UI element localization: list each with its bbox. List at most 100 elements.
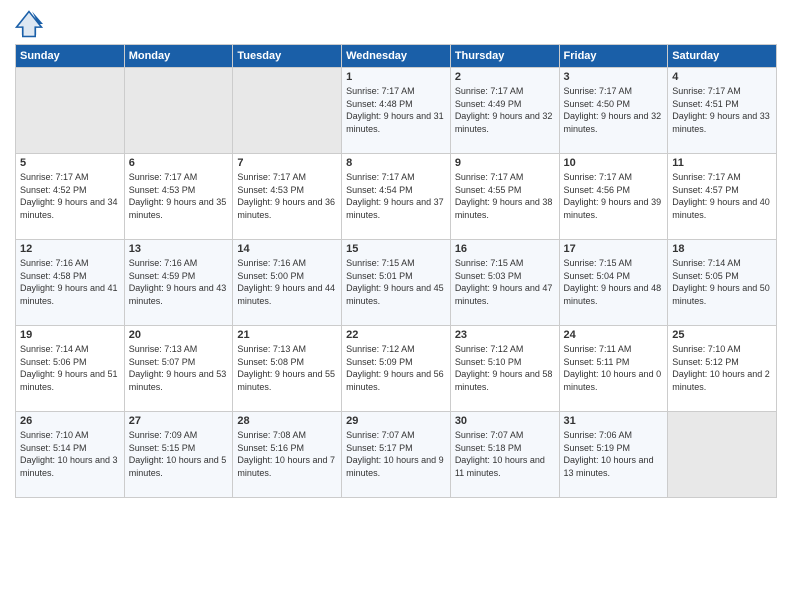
day-cell: 22Sunrise: 7:12 AMSunset: 5:09 PMDayligh… xyxy=(342,326,451,412)
header xyxy=(15,10,777,38)
header-cell-monday: Monday xyxy=(124,45,233,68)
day-info: Sunrise: 7:17 AMSunset: 4:48 PMDaylight:… xyxy=(346,85,446,135)
day-info: Sunrise: 7:11 AMSunset: 5:11 PMDaylight:… xyxy=(564,343,664,393)
day-number: 10 xyxy=(564,157,664,169)
day-number: 21 xyxy=(237,329,337,341)
day-info: Sunrise: 7:14 AMSunset: 5:06 PMDaylight:… xyxy=(20,343,120,393)
header-cell-wednesday: Wednesday xyxy=(342,45,451,68)
day-info: Sunrise: 7:17 AMSunset: 4:54 PMDaylight:… xyxy=(346,171,446,221)
day-number: 16 xyxy=(455,243,555,255)
week-row-5: 26 Sunrise: 7:10 AMSunset: 5:14 PMDayligh… xyxy=(16,412,777,498)
day-info: Sunrise: 7:12 AMSunset: 5:10 PMDaylight:… xyxy=(455,343,555,393)
day-number: 5 xyxy=(20,157,120,169)
calendar-table: SundayMondayTuesdayWednesdayThursdayFrid… xyxy=(15,44,777,498)
day-cell: 12 Sunrise: 7:16 AMSunset: 4:58 PMDayligh… xyxy=(16,240,125,326)
day-cell: 1 Sunrise: 7:17 AMSunset: 4:48 PMDaylight… xyxy=(342,68,451,154)
day-number: 23 xyxy=(455,329,555,341)
day-info: Sunrise: 7:17 AMSunset: 4:50 PMDaylight:… xyxy=(564,85,664,135)
day-number: 3 xyxy=(564,71,664,83)
day-number: 25 xyxy=(672,329,772,341)
day-number: 2 xyxy=(455,71,555,83)
day-info: Sunrise: 7:14 AMSunset: 5:05 PMDaylight:… xyxy=(672,257,772,307)
day-cell: 8 Sunrise: 7:17 AMSunset: 4:54 PMDaylight… xyxy=(342,154,451,240)
day-info: Sunrise: 7:16 AMSunset: 4:58 PMDaylight:… xyxy=(20,257,120,307)
week-row-2: 5 Sunrise: 7:17 AMSunset: 4:52 PMDaylight… xyxy=(16,154,777,240)
day-info: Sunrise: 7:12 AMSunset: 5:09 PMDaylight:… xyxy=(346,343,446,393)
calendar-container: SundayMondayTuesdayWednesdayThursdayFrid… xyxy=(0,0,792,612)
day-info: Sunrise: 7:08 AMSunset: 5:16 PMDaylight:… xyxy=(237,429,337,479)
header-row: SundayMondayTuesdayWednesdayThursdayFrid… xyxy=(16,45,777,68)
day-cell: 21 Sunrise: 7:13 AMSunset: 5:08 PMDayligh… xyxy=(233,326,342,412)
day-cell: 23 Sunrise: 7:12 AMSunset: 5:10 PMDayligh… xyxy=(450,326,559,412)
week-row-1: 1 Sunrise: 7:17 AMSunset: 4:48 PMDaylight… xyxy=(16,68,777,154)
day-number: 6 xyxy=(129,157,229,169)
day-info: Sunrise: 7:07 AMSunset: 5:17 PMDaylight:… xyxy=(346,429,446,479)
day-cell: 13 Sunrise: 7:16 AMSunset: 4:59 PMDayligh… xyxy=(124,240,233,326)
logo xyxy=(15,10,47,38)
day-cell: 5 Sunrise: 7:17 AMSunset: 4:52 PMDaylight… xyxy=(16,154,125,240)
day-number: 26 xyxy=(20,415,120,427)
day-info: Sunrise: 7:15 AMSunset: 5:01 PMDaylight:… xyxy=(346,257,446,307)
day-cell xyxy=(233,68,342,154)
day-info: Sunrise: 7:17 AMSunset: 4:55 PMDaylight:… xyxy=(455,171,555,221)
day-cell: 31 Sunrise: 7:06 AMSunset: 5:19 PMDayligh… xyxy=(559,412,668,498)
day-number: 20 xyxy=(129,329,229,341)
day-info: Sunrise: 7:15 AMSunset: 5:04 PMDaylight:… xyxy=(564,257,664,307)
day-info: Sunrise: 7:07 AMSunset: 5:18 PMDaylight:… xyxy=(455,429,555,479)
day-cell: 10 Sunrise: 7:17 AMSunset: 4:56 PMDayligh… xyxy=(559,154,668,240)
day-cell: 20 Sunrise: 7:13 AMSunset: 5:07 PMDayligh… xyxy=(124,326,233,412)
day-cell: 2 Sunrise: 7:17 AMSunset: 4:49 PMDaylight… xyxy=(450,68,559,154)
day-cell: 4Sunrise: 7:17 AMSunset: 4:51 PMDaylight… xyxy=(668,68,777,154)
day-number: 31 xyxy=(564,415,664,427)
day-info: Sunrise: 7:10 AMSunset: 5:14 PMDaylight:… xyxy=(20,429,120,479)
day-number: 1 xyxy=(346,71,446,83)
day-cell: 9 Sunrise: 7:17 AMSunset: 4:55 PMDaylight… xyxy=(450,154,559,240)
day-number: 4 xyxy=(672,71,772,83)
day-number: 7 xyxy=(237,157,337,169)
day-number: 9 xyxy=(455,157,555,169)
day-number: 13 xyxy=(129,243,229,255)
day-cell: 6 Sunrise: 7:17 AMSunset: 4:53 PMDaylight… xyxy=(124,154,233,240)
day-info: Sunrise: 7:17 AMSunset: 4:53 PMDaylight:… xyxy=(237,171,337,221)
day-cell: 15Sunrise: 7:15 AMSunset: 5:01 PMDayligh… xyxy=(342,240,451,326)
day-cell: 14 Sunrise: 7:16 AMSunset: 5:00 PMDayligh… xyxy=(233,240,342,326)
day-info: Sunrise: 7:10 AMSunset: 5:12 PMDaylight:… xyxy=(672,343,772,393)
day-info: Sunrise: 7:17 AMSunset: 4:53 PMDaylight:… xyxy=(129,171,229,221)
day-number: 17 xyxy=(564,243,664,255)
day-cell: 26 Sunrise: 7:10 AMSunset: 5:14 PMDayligh… xyxy=(16,412,125,498)
header-cell-saturday: Saturday xyxy=(668,45,777,68)
day-cell: 24 Sunrise: 7:11 AMSunset: 5:11 PMDayligh… xyxy=(559,326,668,412)
day-cell xyxy=(16,68,125,154)
day-cell: 27 Sunrise: 7:09 AMSunset: 5:15 PMDayligh… xyxy=(124,412,233,498)
day-info: Sunrise: 7:17 AMSunset: 4:49 PMDaylight:… xyxy=(455,85,555,135)
header-cell-tuesday: Tuesday xyxy=(233,45,342,68)
day-info: Sunrise: 7:06 AMSunset: 5:19 PMDaylight:… xyxy=(564,429,664,479)
day-cell: 3 Sunrise: 7:17 AMSunset: 4:50 PMDaylight… xyxy=(559,68,668,154)
day-number: 14 xyxy=(237,243,337,255)
day-number: 18 xyxy=(672,243,772,255)
day-number: 24 xyxy=(564,329,664,341)
day-cell: 17 Sunrise: 7:15 AMSunset: 5:04 PMDayligh… xyxy=(559,240,668,326)
day-info: Sunrise: 7:15 AMSunset: 5:03 PMDaylight:… xyxy=(455,257,555,307)
day-info: Sunrise: 7:17 AMSunset: 4:56 PMDaylight:… xyxy=(564,171,664,221)
day-cell: 16 Sunrise: 7:15 AMSunset: 5:03 PMDayligh… xyxy=(450,240,559,326)
day-number: 27 xyxy=(129,415,229,427)
logo-icon xyxy=(15,10,43,38)
day-number: 19 xyxy=(20,329,120,341)
day-cell: 18 Sunrise: 7:14 AMSunset: 5:05 PMDayligh… xyxy=(668,240,777,326)
day-number: 11 xyxy=(672,157,772,169)
day-number: 12 xyxy=(20,243,120,255)
day-cell: 11Sunrise: 7:17 AMSunset: 4:57 PMDayligh… xyxy=(668,154,777,240)
day-info: Sunrise: 7:16 AMSunset: 4:59 PMDaylight:… xyxy=(129,257,229,307)
day-info: Sunrise: 7:13 AMSunset: 5:08 PMDaylight:… xyxy=(237,343,337,393)
header-cell-sunday: Sunday xyxy=(16,45,125,68)
day-cell xyxy=(668,412,777,498)
day-info: Sunrise: 7:13 AMSunset: 5:07 PMDaylight:… xyxy=(129,343,229,393)
day-info: Sunrise: 7:09 AMSunset: 5:15 PMDaylight:… xyxy=(129,429,229,479)
day-info: Sunrise: 7:17 AMSunset: 4:52 PMDaylight:… xyxy=(20,171,120,221)
day-number: 29 xyxy=(346,415,446,427)
day-number: 30 xyxy=(455,415,555,427)
day-info: Sunrise: 7:16 AMSunset: 5:00 PMDaylight:… xyxy=(237,257,337,307)
day-cell xyxy=(124,68,233,154)
day-number: 8 xyxy=(346,157,446,169)
